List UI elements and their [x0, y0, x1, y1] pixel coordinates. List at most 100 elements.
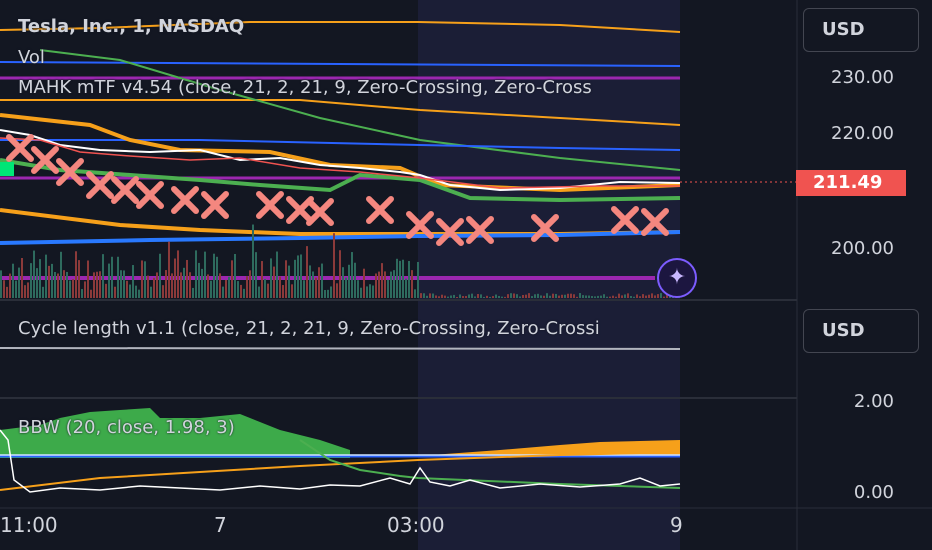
volume-bar	[273, 266, 275, 298]
volume-bar	[9, 273, 11, 298]
volume-bar	[189, 272, 191, 298]
volume-bar	[633, 296, 635, 298]
price-label: 230.00	[831, 67, 894, 88]
volume-bar	[462, 296, 464, 298]
volume-bar	[339, 250, 341, 298]
price-label: 200.00	[831, 238, 894, 259]
current-price-badge: 211.49	[796, 170, 906, 196]
cycle-length-line	[0, 347, 681, 350]
volume-bar	[501, 296, 503, 298]
volume-bar	[123, 270, 125, 298]
volume-bar	[414, 289, 416, 298]
volume-bar	[570, 293, 572, 298]
volume-bar	[507, 294, 509, 298]
volume-bar	[399, 260, 401, 298]
volume-bar	[396, 258, 398, 298]
volume-bar	[18, 267, 20, 298]
cycle-currency-button[interactable]: USD	[803, 309, 919, 353]
volume-bar	[207, 274, 209, 298]
volume-bar	[549, 295, 551, 298]
volume-bar	[564, 294, 566, 298]
volume-bar	[375, 273, 377, 298]
volume-bar	[651, 293, 653, 298]
volume-bar	[435, 295, 437, 298]
volume-bar	[57, 273, 59, 298]
volume-bar	[492, 296, 494, 298]
volume-bar	[495, 294, 497, 298]
volume-bar	[144, 261, 146, 298]
volume-bar	[426, 295, 428, 298]
volume-bar	[132, 265, 134, 298]
volume-bar	[24, 285, 26, 298]
volume-bar	[360, 287, 362, 298]
indicator-cycle-length[interactable]: Cycle length v1.1 (close, 21, 2, 21, 9, …	[18, 318, 600, 339]
volume-bar	[171, 273, 173, 298]
volume-bar	[561, 294, 563, 298]
volume-bar	[249, 270, 251, 298]
volume-bar	[558, 295, 560, 298]
volume-bar	[108, 263, 110, 298]
volume-bar	[321, 263, 323, 298]
volume-bar	[420, 293, 422, 298]
volume-bar	[489, 296, 491, 298]
volume-bar	[126, 280, 128, 298]
time-label: 9	[670, 513, 683, 537]
volume-bar	[618, 293, 620, 298]
volume-bar	[312, 271, 314, 298]
volume-bar	[96, 271, 98, 298]
volume-bar	[276, 251, 278, 298]
volume-bar	[330, 286, 332, 298]
volume-bar	[384, 271, 386, 298]
volume-bar	[255, 252, 257, 298]
volume-bar	[222, 286, 224, 298]
volume-bar	[573, 294, 575, 298]
volume-bar	[66, 271, 68, 298]
volume-bar	[612, 295, 614, 298]
volume-bar	[597, 295, 599, 298]
indicator-bbw[interactable]: BBW (20, close, 1.98, 3)	[18, 417, 235, 438]
volume-bar	[39, 259, 41, 298]
volume-bar	[51, 263, 53, 298]
indicator-vol[interactable]: Vol	[18, 47, 45, 68]
volume-bar	[174, 258, 176, 298]
volume-bar	[138, 289, 140, 298]
volume-bar	[3, 280, 5, 298]
bbw-scale-label: 0.00	[853, 482, 894, 503]
volume-bar	[363, 268, 365, 298]
volume-bar	[147, 275, 149, 298]
volume-bar	[588, 295, 590, 298]
volume-bar	[42, 286, 44, 298]
currency-button[interactable]: USD	[803, 8, 919, 52]
volume-bar	[162, 285, 164, 298]
volume-bar	[585, 295, 587, 298]
symbol-title[interactable]: Tesla, Inc., 1, NASDAQ	[18, 16, 244, 37]
volume-bar	[447, 296, 449, 298]
volume-bar	[537, 293, 539, 298]
volume-bar	[36, 268, 38, 298]
volume-bar	[6, 286, 8, 298]
volume-bar	[195, 250, 197, 298]
sparkle-icon[interactable]: ✦	[657, 258, 697, 298]
volume-bar	[642, 294, 644, 298]
volume-bar	[333, 233, 335, 298]
volume-bar	[444, 295, 446, 298]
volume-bar	[393, 270, 395, 298]
volume-bar	[294, 259, 296, 298]
volume-bar	[129, 284, 131, 298]
volume-bar	[555, 293, 557, 298]
volume-bar	[120, 270, 122, 298]
volume-bar	[99, 271, 101, 298]
volume-bar	[543, 295, 545, 298]
volume-bar	[609, 296, 611, 298]
volume-bar	[318, 267, 320, 298]
price-label: 220.00	[831, 123, 894, 144]
volume-bar	[267, 283, 269, 298]
volume-bar	[234, 253, 236, 298]
volume-bar	[531, 296, 533, 298]
indicator-mahk[interactable]: MAHK mTF v4.54 (close, 21, 2, 21, 9, Zer…	[18, 77, 592, 98]
volume-bar	[603, 294, 605, 298]
volume-bar	[90, 289, 92, 298]
volume-bar	[243, 288, 245, 298]
volume-bar	[519, 296, 521, 298]
volume-bar	[552, 293, 554, 298]
